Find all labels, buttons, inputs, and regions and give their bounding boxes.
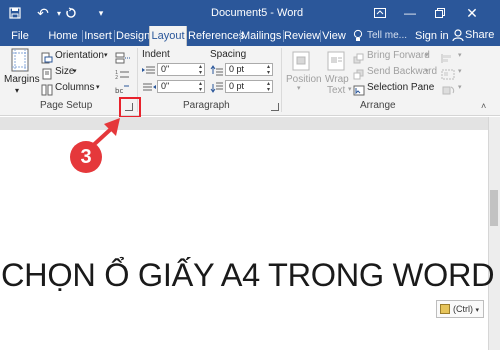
word-window: ↶ ▾ ▾ Document5 - Word — ✕ File Home Ins… (0, 0, 500, 350)
annotation-arrow (86, 118, 120, 152)
step-number-badge: 3 (70, 141, 102, 173)
